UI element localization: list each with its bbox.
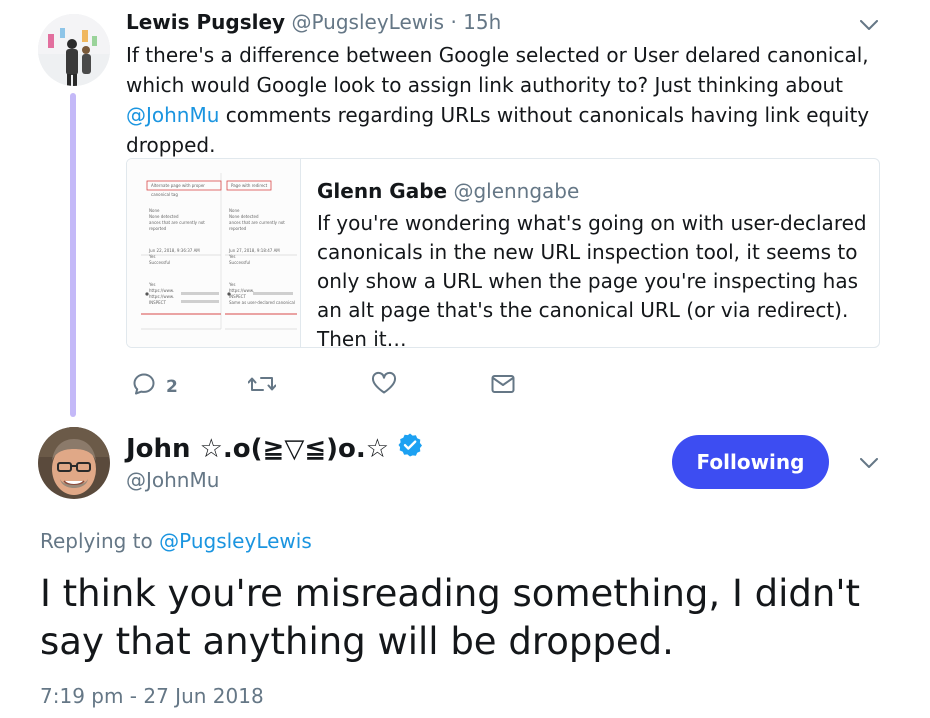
parent-tweet-text: If there's a difference between Google s… [126, 40, 886, 160]
main-author[interactable]: John ☆.o(≧▽≦)o.☆ [126, 432, 423, 465]
reply-count: 2 [166, 376, 178, 397]
heart-icon [371, 371, 397, 400]
tweet-text: I think you're misreading something, I d… [40, 572, 860, 663]
quoted-tweet-thumbnail: Alternate page with proper canonical tag… [127, 159, 301, 347]
quoted-tweet-header: Glenn Gabe @glenngabe [317, 179, 579, 203]
retweet-icon [247, 372, 277, 401]
tweet-text-part: comments regarding URLs without canonica… [126, 103, 870, 157]
thread-connector [70, 93, 76, 417]
replying-prefix: Replying to [40, 529, 160, 553]
retweet-button[interactable] [247, 372, 277, 401]
following-button[interactable]: Following [672, 435, 829, 489]
tweet-timestamp[interactable]: 7:19 pm - 27 Jun 2018 [40, 684, 264, 708]
author-name[interactable]: John ☆.o(≧▽≦)o.☆ [126, 434, 389, 464]
like-button[interactable] [371, 371, 397, 400]
reply-icon [132, 372, 156, 401]
quoted-author-name: Glenn Gabe [317, 179, 448, 203]
author-handle[interactable]: @PugsleyLewis [291, 10, 444, 34]
replying-to: Replying to @PugsleyLewis [40, 529, 312, 553]
replying-to-link[interactable]: @PugsleyLewis [159, 529, 312, 553]
chevron-down-icon[interactable] [856, 450, 882, 476]
meta-separator: · [444, 10, 464, 34]
mention-link[interactable]: @JohnMu [126, 103, 219, 127]
tweet-text-part: If there's a difference between Google s… [126, 43, 869, 97]
tweet-time[interactable]: 15h [463, 10, 501, 34]
author-handle[interactable]: @JohnMu [126, 468, 219, 492]
thumb-text-left: Alternate page with proper canonical tag… [149, 183, 205, 305]
avatar[interactable] [38, 14, 110, 86]
reply-button[interactable]: 2 [132, 372, 178, 401]
direct-message-button[interactable] [491, 373, 515, 400]
quoted-tweet-text: If you're wondering what's going on with… [317, 211, 867, 348]
quoted-author-handle: @glenngabe [453, 179, 580, 203]
author-name[interactable]: Lewis Pugsley [126, 10, 285, 34]
parent-tweet-header: Lewis Pugsley @PugsleyLewis · 15h [126, 10, 501, 34]
quoted-tweet-card[interactable]: Alternate page with proper canonical tag… [126, 158, 880, 348]
chevron-down-icon[interactable] [856, 12, 882, 38]
thumb-text-right: Page with redirect None None detected an… [229, 183, 295, 305]
envelope-icon [491, 373, 515, 400]
verified-badge-icon [397, 432, 423, 465]
avatar[interactable] [38, 427, 110, 499]
